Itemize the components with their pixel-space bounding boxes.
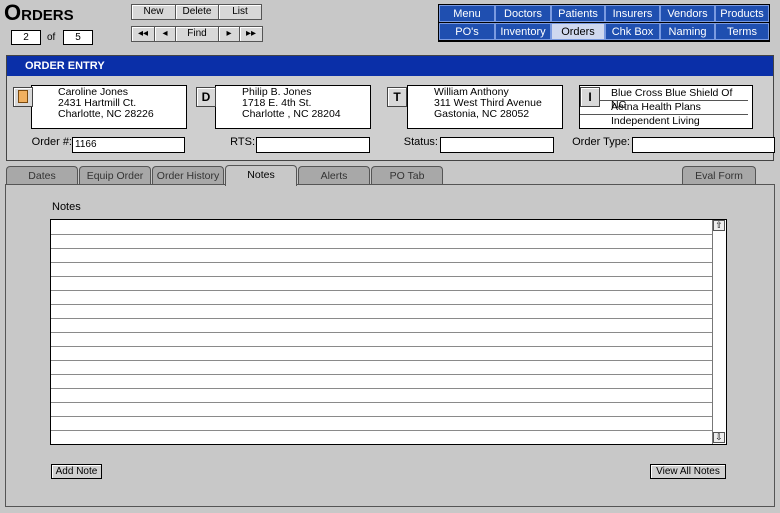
- note-row-line: [51, 430, 714, 431]
- note-row-line: [51, 248, 714, 249]
- note-row-line: [51, 360, 714, 361]
- order-number-label: Order #:: [31, 136, 72, 148]
- view-all-notes-button[interactable]: View All Notes: [650, 464, 726, 479]
- notes-label: Notes: [52, 201, 81, 213]
- scroll-up-icon[interactable]: ⇧: [713, 220, 725, 231]
- order-type-field[interactable]: [632, 137, 775, 153]
- tab-equip-order[interactable]: Equip Order: [79, 166, 151, 185]
- record-total-field: 5: [63, 30, 93, 45]
- insurer-line-1[interactable]: Blue Cross Blue Shield Of NC: [580, 87, 748, 111]
- patient-button[interactable]: [13, 87, 33, 107]
- tab-dates[interactable]: Dates: [6, 166, 78, 185]
- note-row-line: [51, 388, 714, 389]
- status-field[interactable]: [440, 137, 554, 153]
- first-record-button[interactable]: ◂◂: [131, 26, 155, 42]
- delete-button[interactable]: Delete: [175, 4, 219, 20]
- nav-patients[interactable]: Patients: [551, 5, 605, 22]
- rts-field[interactable]: [256, 137, 370, 153]
- nav-pos[interactable]: PO's: [439, 23, 495, 40]
- note-row-line: [51, 234, 714, 235]
- record-of-label: of: [47, 32, 56, 43]
- order-type-label: Order Type:: [572, 136, 630, 148]
- nav-orders[interactable]: Orders: [551, 23, 605, 40]
- rts-label: RTS:: [230, 136, 255, 148]
- tab-order-history[interactable]: Order History: [152, 166, 224, 185]
- page-title: Orders: [4, 0, 74, 25]
- insurer-list[interactable]: Blue Cross Blue Shield Of NC Aetna Healt…: [579, 85, 753, 129]
- tab-notes[interactable]: Notes: [225, 165, 297, 186]
- find-button[interactable]: Find: [175, 26, 219, 42]
- nav-doctors[interactable]: Doctors: [495, 5, 551, 22]
- notes-scrollbar[interactable]: ⇧ ⇩: [712, 220, 726, 444]
- person-card-icon: [18, 90, 28, 103]
- order-number-field[interactable]: 1166: [72, 137, 185, 153]
- nav-terms[interactable]: Terms: [715, 23, 769, 40]
- tab-po-tab[interactable]: PO Tab: [371, 166, 443, 185]
- note-row-line: [51, 318, 714, 319]
- patient-address[interactable]: Caroline Jones 2431 Hartmill Ct. Charlot…: [31, 85, 187, 129]
- note-row-line: [51, 416, 714, 417]
- note-row-line: [51, 304, 714, 305]
- note-row-line: [51, 332, 714, 333]
- doctor-button[interactable]: D: [196, 87, 216, 107]
- note-row-line: [51, 262, 714, 263]
- nav-naming[interactable]: Naming: [660, 23, 715, 40]
- tab-eval-form[interactable]: Eval Form: [682, 166, 756, 185]
- main-nav: Menu Doctors Patients Insurers Vendors P…: [438, 4, 770, 42]
- order-entry-header: ORDER ENTRY: [7, 56, 773, 76]
- list-button[interactable]: List: [218, 4, 262, 20]
- note-row-line: [51, 290, 714, 291]
- note-row-line: [51, 276, 714, 277]
- note-row-line: [51, 402, 714, 403]
- nav-vendors[interactable]: Vendors: [660, 5, 715, 22]
- note-row-line: [51, 346, 714, 347]
- nav-menu[interactable]: Menu: [439, 5, 495, 22]
- therapist-button[interactable]: T: [387, 87, 407, 107]
- insurer-button[interactable]: I: [580, 87, 600, 107]
- prev-record-button[interactable]: ◂: [154, 26, 176, 42]
- doctor-address[interactable]: Philip B. Jones 1718 E. 4th St. Charlott…: [215, 85, 371, 129]
- new-button[interactable]: New: [131, 4, 176, 20]
- therapist-city: Gastonia, NC 28052: [434, 108, 530, 120]
- status-label: Status:: [403, 136, 438, 148]
- doctor-city: Charlotte , NC 28204: [242, 108, 341, 120]
- note-row-line: [51, 374, 714, 375]
- insurer-line-3[interactable]: Independent Living Rehabilitation Progra…: [580, 115, 748, 128]
- last-record-button[interactable]: ▸▸: [239, 26, 263, 42]
- order-entry-panel: ORDER ENTRY Caroline Jones 2431 Hartmill…: [6, 55, 775, 161]
- patient-city: Charlotte, NC 28226: [58, 108, 154, 120]
- next-record-button[interactable]: ▸: [218, 26, 240, 42]
- insurer-line-2[interactable]: Aetna Health Plans: [580, 101, 748, 115]
- add-note-button[interactable]: Add Note: [51, 464, 102, 479]
- notes-list[interactable]: [50, 219, 727, 445]
- nav-inventory[interactable]: Inventory: [495, 23, 551, 40]
- nav-insurers[interactable]: Insurers: [605, 5, 660, 22]
- tab-alerts[interactable]: Alerts: [298, 166, 370, 185]
- scroll-down-icon[interactable]: ⇩: [713, 432, 725, 443]
- record-current-field[interactable]: 2: [11, 30, 41, 45]
- therapist-address[interactable]: William Anthony 311 West Third Avenue Ga…: [407, 85, 563, 129]
- nav-products[interactable]: Products: [715, 5, 769, 22]
- nav-chk-box[interactable]: Chk Box: [605, 23, 660, 40]
